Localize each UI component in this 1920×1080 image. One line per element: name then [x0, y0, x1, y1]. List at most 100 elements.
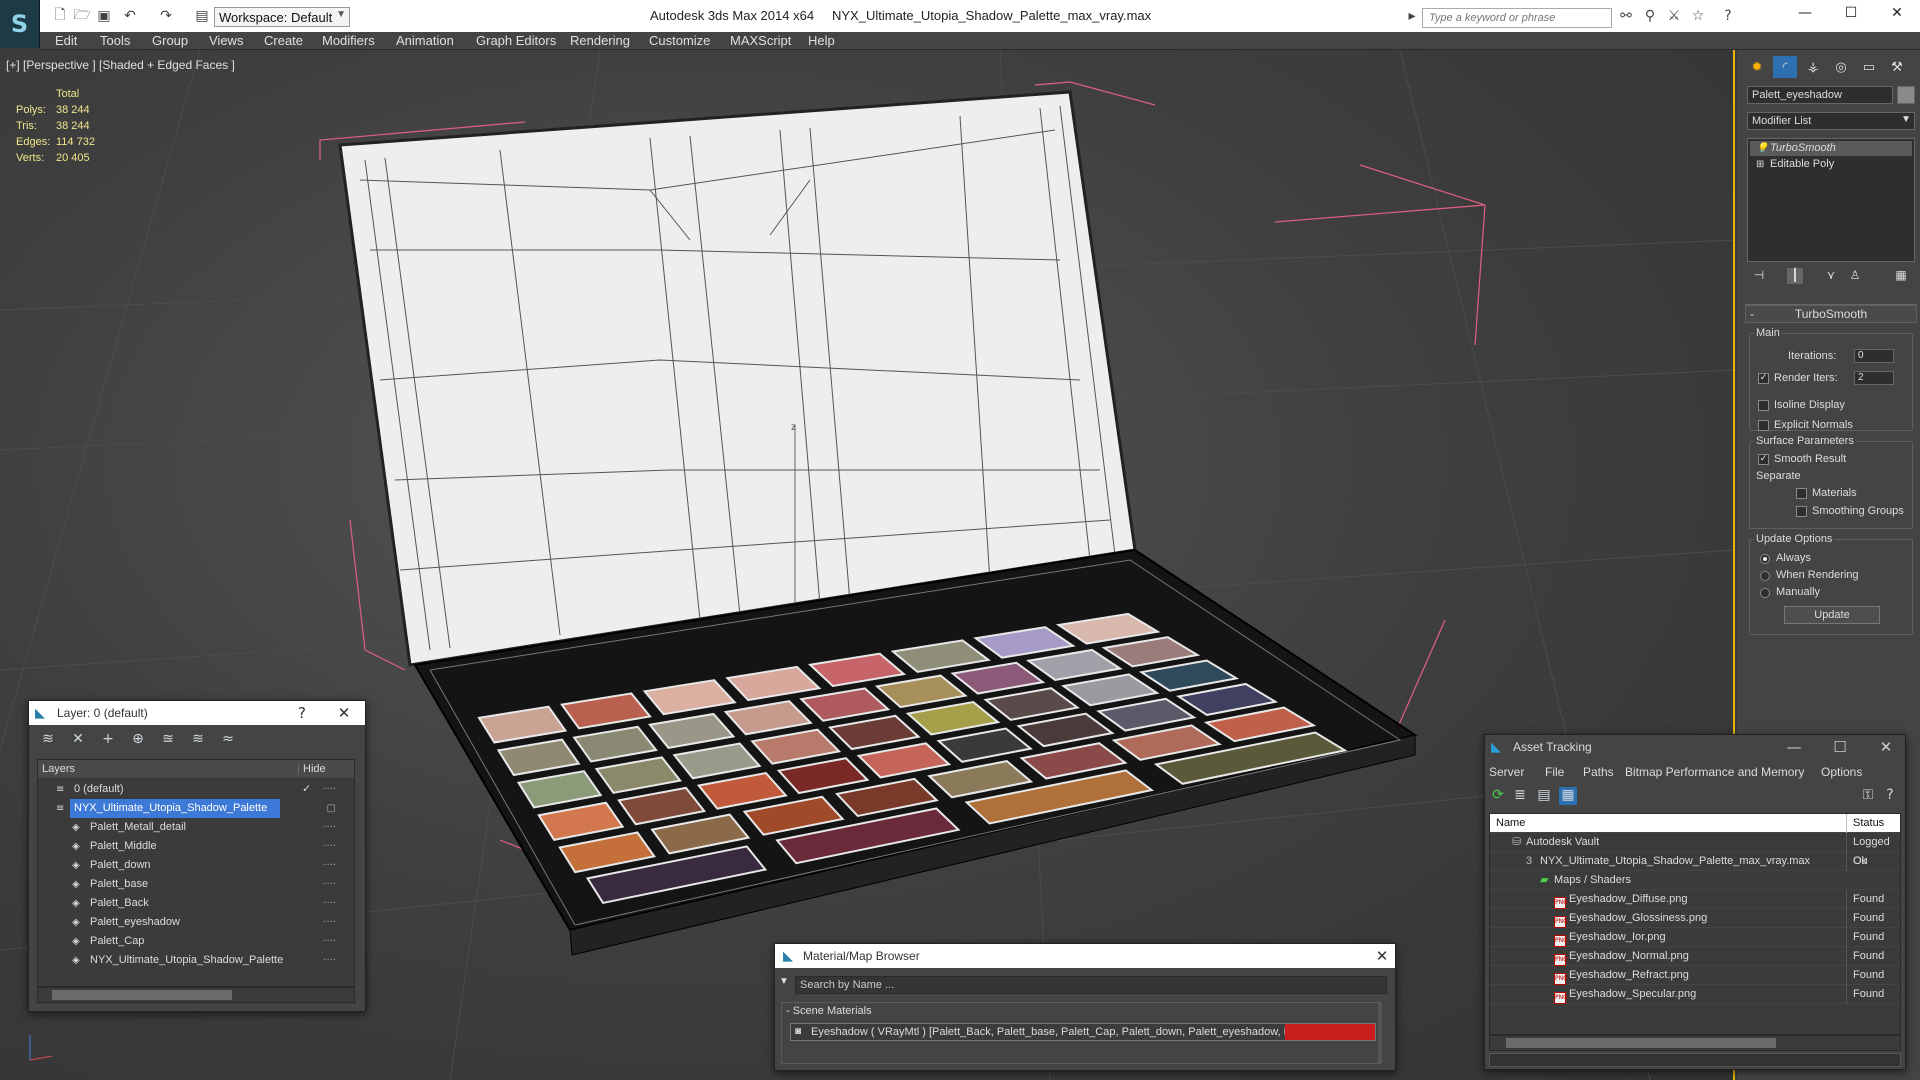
name-column-header[interactable]: Name [1490, 817, 1525, 829]
new-layer-icon[interactable]: ≋ [39, 731, 57, 749]
pin-stack-icon[interactable]: ⊣ [1751, 268, 1767, 284]
layer-row[interactable]: ◈ Palett_down ···· [38, 856, 354, 875]
layer-row[interactable]: ◈ Palett_Middle ···· [38, 837, 354, 856]
modify-tab-icon[interactable]: ◜ [1773, 56, 1797, 78]
menu-modifiers[interactable]: Modifiers [322, 33, 375, 48]
smooth-result-checkbox[interactable]: ✓ [1758, 454, 1769, 465]
asset-minimize-button[interactable]: — [1785, 738, 1803, 756]
hide-toggle-icon[interactable]: ···· [323, 894, 336, 913]
modifier-list-dropdown[interactable]: Modifier List ▼ [1747, 112, 1915, 130]
workspace-dropdown[interactable]: Workspace: Default ▼ [214, 7, 350, 27]
options-menu-icon[interactable]: ▼ [779, 976, 789, 987]
redo-icon[interactable]: ↷ [158, 8, 174, 24]
expand-search-icon[interactable]: ▸ [1404, 8, 1420, 24]
object-color-swatch[interactable] [1897, 86, 1915, 104]
hide-toggle-icon[interactable]: ···· [323, 875, 336, 894]
subscription-icon[interactable]: ⚲ [1642, 8, 1658, 24]
layer-row[interactable]: ◈ Palett_Back ···· [38, 894, 354, 913]
close-window-button[interactable]: ✕ [1882, 5, 1912, 27]
iterations-spinner[interactable]: 0 [1854, 349, 1894, 363]
refresh-icon[interactable]: ⟳ [1489, 787, 1507, 805]
menu-customize[interactable]: Customize [649, 33, 710, 48]
smoothing-groups-checkbox[interactable] [1796, 506, 1807, 517]
project-folder-icon[interactable]: ▤ [194, 8, 210, 24]
asset-row[interactable]: PNGEyeshadow_Ior.png Found [1490, 928, 1900, 947]
new-file-icon[interactable]: 🗋 [52, 7, 68, 24]
layer-help-button[interactable]: ? [293, 704, 311, 722]
menu-edit[interactable]: Edit [55, 33, 77, 48]
delete-layer-icon[interactable]: ✕ [69, 731, 87, 749]
menu-group[interactable]: Group [152, 33, 188, 48]
layer-row[interactable]: ◈ Palett_Metall_detail ···· [38, 818, 354, 837]
expand-plus-icon[interactable]: ⊞ [1756, 157, 1764, 172]
menu-animation[interactable]: Animation [396, 33, 454, 48]
asset-help-icon[interactable]: ? [1881, 787, 1899, 805]
favorites-star-icon[interactable]: ☆ [1690, 8, 1706, 24]
scrollbar-thumb[interactable] [52, 990, 232, 1000]
lightbulb-icon[interactable]: 💡 [1756, 141, 1768, 156]
motion-tab-icon[interactable]: ◎ [1829, 56, 1853, 78]
menu-maxscript[interactable]: MAXScript [730, 33, 791, 48]
menu-rendering[interactable]: Rendering [570, 33, 630, 48]
asset-row[interactable]: ⛁ Autodesk Vault Logged Ou [1490, 833, 1900, 871]
table-view-icon[interactable]: ▤ [1535, 787, 1553, 805]
layer-horizontal-scrollbar[interactable] [37, 987, 355, 1003]
isoline-display-checkbox[interactable] [1758, 400, 1769, 411]
hide-toggle-icon[interactable]: ···· [323, 913, 336, 932]
hide-column-header[interactable]: Hide [298, 763, 326, 775]
viewport-label[interactable]: [+] [Perspective ] [Shaded + Edged Faces… [6, 58, 235, 72]
scene-materials-title[interactable]: - Scene Materials [786, 1005, 872, 1017]
app-logo-icon[interactable]: S [0, 0, 40, 48]
render-iters-spinner[interactable]: 2 [1854, 371, 1894, 385]
show-end-result-icon[interactable]: ┃ [1787, 268, 1803, 284]
scrollbar-thumb[interactable] [1506, 1038, 1776, 1048]
display-tab-icon[interactable]: ▭ [1857, 56, 1881, 78]
hide-toggle-icon[interactable]: ···· [323, 780, 336, 799]
stack-item-turbosmooth[interactable]: 💡 TurboSmooth [1750, 141, 1912, 156]
add-to-layer-icon[interactable]: + [99, 731, 117, 749]
layer-row[interactable]: ◈ Palett_base ···· [38, 875, 354, 894]
hide-toggle-icon[interactable]: ▢ [327, 799, 336, 818]
communication-icon[interactable]: ⚔ [1666, 8, 1682, 24]
help-icon[interactable]: ? [1720, 8, 1736, 24]
asset-row[interactable]: PNGEyeshadow_Refract.png Found [1490, 966, 1900, 985]
menu-views[interactable]: Views [209, 33, 243, 48]
hide-toggle-icon[interactable]: ···· [323, 837, 336, 856]
remove-modifier-icon[interactable]: ♙ [1847, 268, 1863, 284]
material-search-input[interactable]: Search by Name ... [795, 976, 1387, 994]
material-close-button[interactable]: ✕ [1373, 947, 1391, 965]
rollout-title[interactable]: - TurboSmooth [1745, 305, 1917, 323]
vault-help-icon[interactable]: ⚿ [1859, 787, 1877, 805]
material-browser-titlebar[interactable]: ◣ Material/Map Browser [775, 944, 1395, 968]
select-layer-icon[interactable]: ≊ [159, 731, 177, 749]
layer-row[interactable]: ◈ NYX_Ultimate_Utopia_Shadow_Palette ···· [38, 951, 354, 970]
asset-menu-bitmap-performance[interactable]: Bitmap Performance and Memory [1625, 765, 1804, 779]
menu-help[interactable]: Help [808, 33, 835, 48]
asset-row[interactable]: ▰ Maps / Shaders [1490, 871, 1900, 890]
select-objects-icon[interactable]: ⊕ [129, 731, 147, 749]
status-column-header[interactable]: Status [1846, 814, 1884, 833]
active-layer-check-icon[interactable]: ✓ [302, 780, 311, 799]
asset-horizontal-scrollbar[interactable] [1489, 1035, 1901, 1051]
asset-row[interactable]: PNGEyeshadow_Glossiness.png Found [1490, 909, 1900, 928]
configure-sets-icon[interactable]: ▦ [1893, 268, 1909, 284]
menu-create[interactable]: Create [264, 33, 303, 48]
layer-window-titlebar[interactable]: ◣ Layer: 0 (default) [29, 701, 365, 725]
maximize-window-button[interactable]: ☐ [1836, 5, 1866, 27]
hide-toggle-icon[interactable]: ···· [323, 818, 336, 837]
asset-row[interactable]: PNGEyeshadow_Specular.png Found [1490, 985, 1900, 1004]
undo-icon[interactable]: ↶ [122, 8, 138, 24]
hide-all-icon[interactable]: ≋ [189, 731, 207, 749]
asset-menu-options[interactable]: Options [1821, 765, 1862, 779]
render-iters-checkbox[interactable]: ✓ [1758, 373, 1769, 384]
material-scrollbar[interactable] [1378, 1003, 1382, 1063]
asset-row[interactable]: PNGEyeshadow_Normal.png Found [1490, 947, 1900, 966]
minimize-window-button[interactable]: — [1790, 5, 1820, 27]
list-view-icon[interactable]: ≣ [1511, 787, 1529, 805]
freeze-all-icon[interactable]: ≈ [219, 731, 237, 749]
stack-item-editable-poly[interactable]: ⊞ Editable Poly [1750, 157, 1912, 172]
make-unique-icon[interactable]: ⋎ [1823, 268, 1839, 284]
layers-column-header[interactable]: Layers [42, 763, 75, 775]
menu-graph-editors[interactable]: Graph Editors [476, 33, 556, 48]
asset-maximize-button[interactable]: ☐ [1831, 738, 1849, 756]
